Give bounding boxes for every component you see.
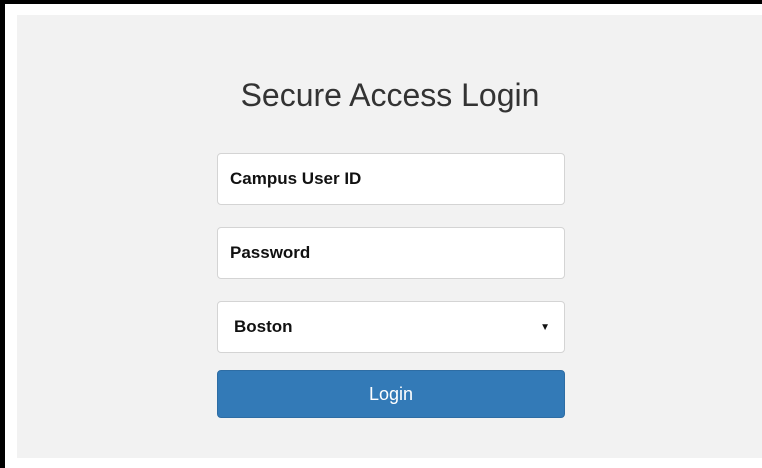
login-button[interactable]: Login [217, 370, 565, 418]
page-title: Secure Access Login [240, 77, 540, 113]
campus-select-value: Boston [234, 317, 293, 336]
chevron-down-icon: ▼ [540, 321, 550, 333]
password-input[interactable] [217, 227, 565, 279]
login-panel: Secure Access Login Boston ▼ Login [17, 15, 762, 458]
campus-user-id-input[interactable] [217, 153, 565, 205]
window-frame: Secure Access Login Boston ▼ Login [0, 0, 762, 468]
campus-select[interactable]: Boston ▼ [217, 301, 565, 353]
